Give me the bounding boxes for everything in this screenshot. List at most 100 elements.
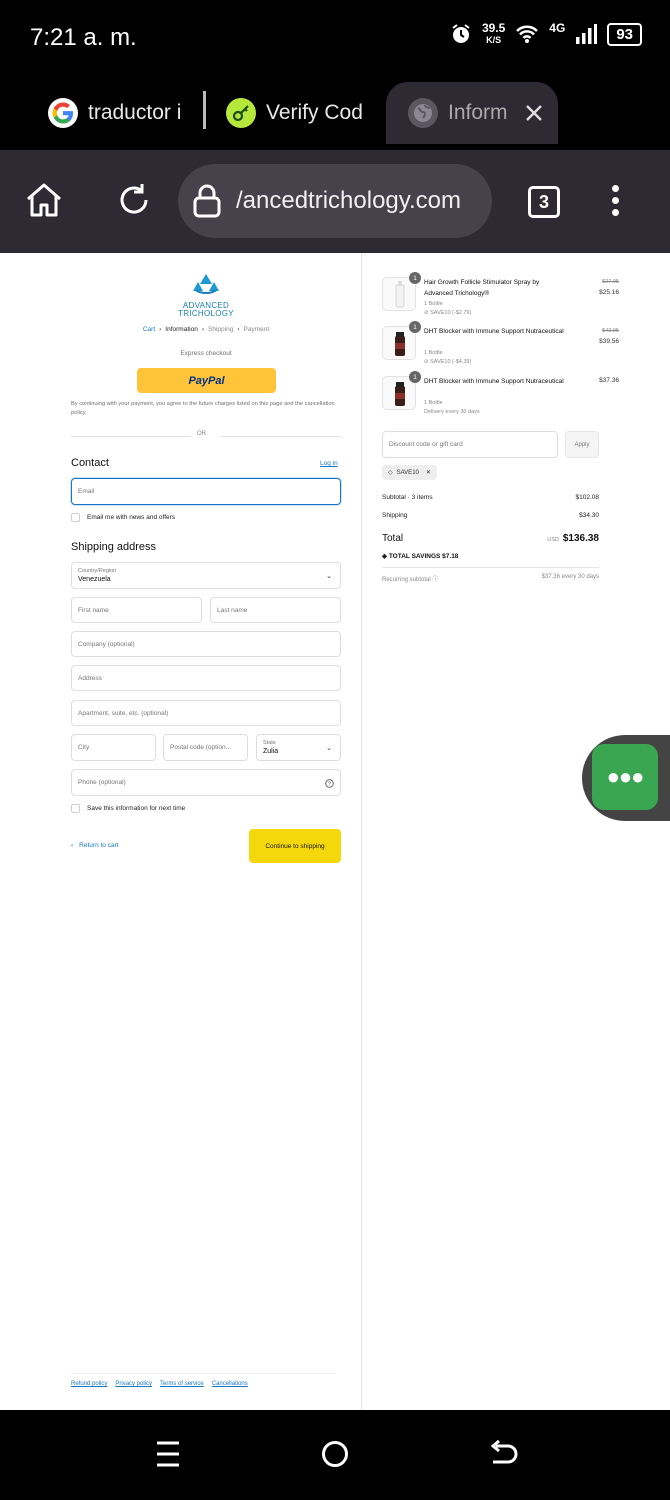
address-field[interactable]: Address: [71, 665, 341, 691]
recurring-row: Recurring subtotal ⓘ $37.36 every 30 day…: [382, 574, 599, 583]
back-icon[interactable]: [488, 1440, 518, 1468]
globe-icon: [408, 98, 438, 128]
applied-code-tag: ◇ SAVE10 ✕: [382, 465, 437, 480]
postal-code-field[interactable]: Postal code (option...: [163, 734, 248, 761]
first-name-placeholder: First name: [78, 606, 109, 614]
network-speed: 39.5 K/S: [482, 22, 505, 46]
signal-icon: [576, 24, 598, 44]
apartment-field[interactable]: Apartment, suite, etc. (optional): [71, 700, 341, 726]
address-placeholder: Address: [78, 674, 102, 682]
verify-key-icon: [226, 98, 256, 128]
phone-field[interactable]: Phone (optional) ?: [71, 769, 341, 796]
refund-policy-link[interactable]: Refund policy: [71, 1381, 107, 1387]
status-icons: 39.5 K/S 4G 93: [450, 21, 642, 46]
terms-of-service-link[interactable]: Terms of service: [160, 1381, 204, 1387]
last-name-placeholder: Last name: [217, 606, 248, 614]
quantity-badge: 1: [409, 321, 421, 333]
save-info-checkbox[interactable]: [71, 804, 80, 813]
tab-verify-code[interactable]: Verify Cod: [226, 82, 362, 144]
reload-icon[interactable]: [116, 182, 152, 218]
tab-label: Inform: [448, 101, 508, 124]
apply-discount-button[interactable]: Apply: [565, 431, 599, 458]
breadcrumb-information: Information: [165, 326, 198, 333]
chat-button[interactable]: ●●●: [592, 744, 658, 810]
cancellations-link[interactable]: Cancellations: [212, 1381, 248, 1387]
news-checkbox-row[interactable]: Email me with news and offers: [71, 513, 175, 522]
state-label: State: [263, 740, 276, 746]
news-checkbox[interactable]: [71, 513, 80, 522]
tab-traductor[interactable]: traductor i: [48, 82, 188, 144]
product-variant: 1 Bottle: [424, 400, 443, 406]
state-select[interactable]: State Zulia ⌄: [256, 734, 341, 761]
old-price-text: $43.95: [602, 328, 619, 334]
tab-information[interactable]: Inform: [386, 82, 558, 144]
tab-switcher-button[interactable]: 3: [528, 186, 560, 218]
quantity-badge: 1: [409, 371, 421, 383]
product-variant: 1 Bottle: [424, 350, 443, 356]
help-icon[interactable]: ?: [325, 779, 334, 788]
breadcrumb-cart[interactable]: Cart: [143, 326, 155, 333]
privacy-policy-link[interactable]: Privacy policy: [115, 1381, 152, 1387]
brand-logo[interactable]: ADVANCED TRICHOLOGY: [168, 273, 244, 318]
express-checkout-heading: Express checkout: [180, 350, 232, 357]
applied-code: SAVE10: [396, 469, 419, 476]
breadcrumb-payment: Payment: [243, 326, 270, 333]
browser-menu-icon[interactable]: [612, 185, 619, 216]
postal-code-placeholder: Postal code (option...: [170, 744, 232, 751]
city-field[interactable]: City: [71, 734, 156, 761]
total-label: Total: [382, 533, 404, 544]
brand-logo-icon: [193, 274, 219, 294]
close-tab-icon[interactable]: [524, 103, 544, 123]
country-label: Country/Region: [78, 568, 117, 574]
line-item: 1 DHT Blocker with Immune Support Nutrac…: [382, 371, 619, 421]
discount-note-text: SAVE10 (-$2.79): [430, 310, 472, 316]
contact-heading: Contact: [71, 457, 109, 469]
login-link[interactable]: Log in: [320, 460, 338, 467]
tab-divider: [203, 91, 206, 129]
tag-icon: ◈: [382, 553, 389, 560]
line-item: 1 Hair Growth Follicle Stimulator Spray …: [382, 272, 619, 322]
recurring-label: Recurring subtotal: [382, 577, 431, 583]
state-value: Zulia: [263, 748, 279, 755]
recurring-value: $37.36 every 30 days: [541, 574, 599, 580]
email-placeholder: Email: [78, 488, 95, 495]
tab-label: Verify Cod: [266, 101, 362, 124]
home-icon[interactable]: [24, 182, 64, 218]
phone-placeholder: Phone (optional): [78, 779, 126, 786]
last-name-field[interactable]: Last name: [210, 597, 341, 623]
recent-apps-icon[interactable]: [155, 1440, 181, 1468]
home-nav-icon[interactable]: [320, 1439, 350, 1469]
url-text: /ancedtrichology.com: [236, 187, 461, 214]
save-info-checkbox-row[interactable]: Save this information for next time: [71, 804, 185, 813]
speed-value: 39.5: [481, 21, 506, 35]
product-variant: 1 Bottle: [424, 301, 443, 307]
delivery-note: Delivery every 30 days: [424, 409, 480, 415]
price: $39.56: [599, 338, 619, 345]
breadcrumb: Cart › Information › Shipping › Payment: [0, 326, 412, 333]
or-label: OR: [197, 431, 206, 437]
company-field[interactable]: Company (optional): [71, 631, 341, 657]
discount-code-input[interactable]: Discount code or gift card: [382, 431, 558, 458]
savings-label: TOTAL SAVINGS: [388, 553, 441, 560]
discount-note: ⊘ SAVE10 (-$4.39): [424, 359, 471, 365]
return-to-cart-link[interactable]: ‹ Return to cart: [71, 842, 119, 849]
address-bar[interactable]: /ancedtrichology.com: [178, 164, 492, 238]
info-icon[interactable]: ⓘ: [432, 577, 438, 583]
browser-toolbar: /ancedtrichology.com 3: [0, 150, 670, 253]
product-name: Hair Growth Follicle Stimulator Spray by…: [424, 279, 540, 297]
apartment-placeholder: Apartment, suite, etc. (optional): [78, 709, 169, 717]
paypal-button[interactable]: PayPal: [137, 368, 276, 393]
country-select[interactable]: Country/Region Venezuela ⌄: [71, 562, 341, 589]
quantity-badge: 1: [409, 272, 421, 284]
more-dots-icon: ●●●: [606, 764, 645, 789]
old-price: $43.95: [544, 327, 619, 334]
email-field[interactable]: Email: [71, 478, 341, 505]
first-name-field[interactable]: First name: [71, 597, 202, 623]
shipping-label: Shipping: [382, 512, 408, 519]
continue-to-shipping-button[interactable]: Continue to shipping: [249, 829, 341, 863]
google-icon: [48, 98, 78, 128]
product-name: DHT Blocker with Immune Support Nutraceu…: [424, 328, 564, 335]
status-time: 7:21 a. m.: [30, 24, 137, 51]
remove-code-icon[interactable]: ✕: [426, 469, 431, 476]
policy-links: Refund policy Privacy policy Terms of se…: [71, 1381, 248, 1387]
